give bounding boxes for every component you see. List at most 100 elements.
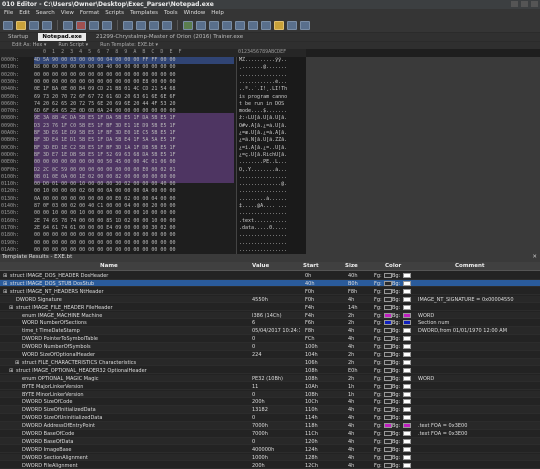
column-comment[interactable]: Comment (455, 263, 485, 269)
fg-color-swatch[interactable] (384, 288, 392, 294)
table-row[interactable]: DWORD FileAlignment 200h 12Ch 4h Fg: Bg: (0, 462, 540, 469)
table-row[interactable]: DWORD SectionAlignment 1000h 128h 4h Fg: Bg: (0, 453, 540, 462)
replace-icon[interactable] (162, 20, 172, 30)
expand-toggle-icon[interactable]: ⊞ (9, 368, 13, 374)
hex-row[interactable]: 00 00 00 00 00 00 00 00 00 00 00 00 00 0… (34, 247, 175, 254)
hex-row[interactable]: D3 23 76 1F C0 5B E5 1F BF 3D E1 1E D9 5… (34, 123, 175, 130)
hex-row[interactable]: 2E 64 61 74 61 00 00 00 E4 09 00 00 00 3… (34, 225, 175, 232)
menu-scripts[interactable]: Scripts (105, 10, 124, 18)
hex-row[interactable]: 6D 6F 64 65 2E 0D 0D 0A 24 00 00 00 00 0… (34, 108, 175, 115)
hex-row[interactable]: 2E 74 65 78 74 00 00 00 85 1D 02 00 00 1… (34, 218, 175, 225)
char-row[interactable]: ................ (239, 188, 305, 195)
print-icon[interactable] (63, 20, 73, 30)
hex-row[interactable]: BF 3D E4 1E D1 5B E5 1F DA 5B E4 1F 5A 5… (34, 137, 175, 144)
hex-editor[interactable]: 0 1 2 3 4 5 6 7 8 9 A B C D E F 01234567… (0, 49, 540, 254)
fg-color-swatch[interactable] (384, 415, 392, 421)
char-row[interactable]: ................ (239, 232, 305, 239)
run-template-icon[interactable] (196, 20, 206, 30)
hex-row[interactable]: 00 00 00 00 00 00 00 00 00 00 00 00 00 0… (34, 232, 175, 239)
table-row[interactable]: ⊞ struct IMAGE_OPTIONAL_HEADER32 Optional… (0, 367, 540, 375)
bg-color-swatch[interactable] (403, 383, 411, 389)
maximize-icon[interactable] (521, 1, 528, 7)
table-row[interactable]: enum IMAGE_MACHINE Machine I386 (14Ch) F4h… (0, 311, 540, 320)
bg-color-swatch[interactable] (403, 446, 411, 452)
menu-file[interactable]: File (4, 10, 13, 18)
column-size[interactable]: Size (345, 263, 358, 269)
menu-window[interactable]: Window (184, 10, 206, 18)
hex-row[interactable]: 00 D0 01 00 00 10 00 00 00 30 02 00 00 0… (34, 181, 175, 188)
fg-color-swatch[interactable] (384, 320, 392, 326)
bg-color-swatch[interactable] (403, 273, 411, 278)
table-row[interactable]: DWORD NumberOfSymbols 0 100h 4h Fg: Bg: (0, 343, 540, 351)
table-row[interactable]: enum OPTIONAL_MAGIC Magic PE32 (10Bh) 108h… (0, 374, 540, 383)
char-row[interactable]: mode....$....... (239, 108, 305, 115)
table-row[interactable]: DWORD SizeOfInitializedData 13182 110h 4h Fg… (0, 406, 540, 414)
bg-color-swatch[interactable] (403, 423, 411, 429)
table-row[interactable]: ⊞ struct IMAGE_DOS_HEADER DosHeader 0h 40h F… (0, 272, 540, 280)
expand-toggle-icon[interactable]: ⊞ (9, 305, 13, 311)
table-row[interactable]: DWORD SizeOfCode 200h 10Ch 4h Fg: Bg: (0, 398, 540, 406)
menu-templates[interactable]: Templates (130, 10, 158, 18)
table-row[interactable]: DWORD ImageBase 400000h 124h 4h Fg: Bg: (0, 446, 540, 454)
bg-color-swatch[interactable] (403, 344, 411, 350)
bg-color-swatch[interactable] (403, 304, 411, 310)
char-row[interactable]: ................ (239, 174, 305, 181)
save-all-icon[interactable] (42, 20, 52, 30)
bg-color-swatch[interactable] (403, 454, 411, 460)
fg-color-swatch[interactable] (384, 344, 392, 350)
char-row[interactable]: ................ (239, 247, 305, 254)
fg-color-swatch[interactable] (384, 438, 392, 444)
fg-color-swatch[interactable] (384, 454, 392, 460)
help-icon[interactable] (300, 20, 310, 30)
table-row[interactable]: ⊞ struct FILE_CHARACTERISTICS Characteris… (0, 358, 540, 367)
hex-row[interactable]: 00 00 00 00 00 00 00 00 50 45 00 00 4C 0… (34, 159, 175, 166)
cut-icon[interactable] (76, 20, 86, 30)
char-row[interactable]: ¿=í.Â[å.¿=..Û[å. (239, 145, 305, 152)
hex-row[interactable]: 0A 00 00 00 00 00 00 00 00 E0 02 00 00 0… (34, 196, 175, 203)
minimize-icon[interactable] (511, 1, 518, 7)
compare-icon[interactable] (209, 20, 219, 30)
fg-color-swatch[interactable] (384, 391, 392, 397)
expand-toggle-icon[interactable]: ⊞ (15, 360, 19, 366)
open-folder-icon[interactable] (16, 20, 26, 30)
expand-toggle-icon[interactable]: ⊞ (3, 289, 7, 295)
bg-color-swatch[interactable] (403, 367, 411, 373)
bg-color-swatch[interactable] (403, 336, 411, 342)
table-row[interactable]: time_t TimeDateStamp 05/04/2017 10:24:11 F… (0, 327, 540, 335)
bg-color-swatch[interactable] (403, 438, 411, 444)
table-row[interactable]: WORD SizeOfOptionalHeader 224 104h 2h Fg: Bg: (0, 351, 540, 359)
text-view-icon[interactable] (274, 20, 284, 30)
char-row[interactable]: Ò,.Y........à... (239, 167, 305, 174)
char-row[interactable]: ........PE..L... (239, 159, 305, 166)
char-row[interactable]: Ó#v.À[å.¿=á.Ù[å. (239, 123, 305, 130)
hex-row[interactable]: BF 3D ED 1E C2 5B E5 1F BF 3D 1A 1F DB 5… (34, 145, 175, 152)
bg-color-swatch[interactable] (403, 288, 411, 294)
save-icon[interactable] (29, 20, 39, 30)
fg-color-swatch[interactable] (384, 423, 392, 429)
column-name[interactable]: Name (100, 263, 118, 269)
find-icon[interactable] (149, 20, 159, 30)
bg-color-swatch[interactable] (403, 462, 411, 468)
bg-color-swatch[interactable] (403, 399, 411, 405)
hex-row[interactable]: 00 00 00 00 00 00 00 00 00 00 00 00 00 0… (34, 72, 175, 79)
fg-color-swatch[interactable] (384, 431, 392, 436)
expand-toggle-icon[interactable]: ⊞ (3, 273, 7, 279)
hex-row[interactable]: 00 00 10 00 00 10 00 00 00 00 00 00 10 0… (34, 210, 175, 217)
run-template-dropdown[interactable]: Run Template: EXE.bt ▾ (100, 42, 158, 49)
bg-color-swatch[interactable] (403, 415, 411, 421)
table-row[interactable]: DWORD BaseOfCode 7000h 11Ch 4h Fg: Bg: .text F… (0, 430, 540, 438)
menu-help[interactable]: Help (211, 10, 224, 18)
char-row[interactable]: ¿=ç.Û[å.RichÚ[å. (239, 152, 305, 159)
bg-color-swatch[interactable] (403, 391, 411, 397)
char-row[interactable]: MZ..........ÿÿ.. (239, 57, 305, 64)
fg-color-swatch[interactable] (384, 446, 392, 452)
fg-color-swatch[interactable] (384, 462, 392, 468)
fg-color-swatch[interactable] (384, 280, 392, 286)
new-file-icon[interactable] (3, 20, 13, 30)
char-row[interactable]: t be run in DOS (239, 101, 305, 108)
bg-color-swatch[interactable] (403, 280, 411, 286)
menu-format[interactable]: Format (80, 10, 99, 18)
hex-bytes-area[interactable]: 4D 5A 90 00 03 00 00 00 04 00 00 00 FF F… (34, 57, 234, 254)
table-row[interactable]: DWORD PointerToSymbolTable 0 FCh 4h Fg: Bg: (0, 335, 540, 343)
bg-color-swatch[interactable] (403, 320, 411, 326)
